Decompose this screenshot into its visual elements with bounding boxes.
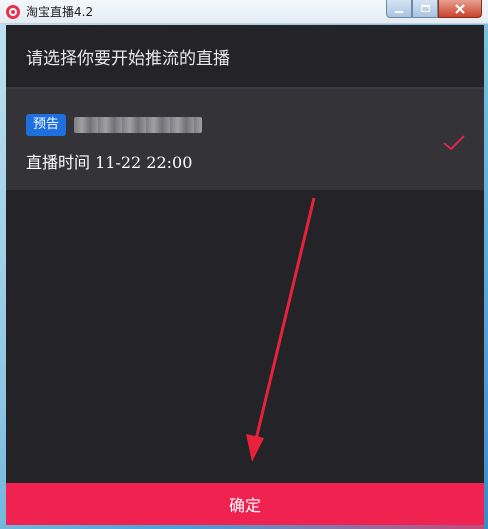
broadcast-list-item[interactable]: 预告 直播时间 11-22 22:00 [6,89,484,190]
confirm-button[interactable]: 确定 [6,483,484,525]
annotation-arrow [246,197,316,462]
empty-list-area [6,190,484,481]
window-title: 淘宝直播4.2 [26,5,94,19]
dialog-title: 请选择你要开始推流的直播 [26,48,230,69]
maximize-button[interactable] [412,0,438,18]
minimize-icon [395,10,403,13]
check-icon [443,135,465,151]
window-controls [386,0,482,20]
taobao-live-icon [6,4,20,19]
select-broadcast-dialog: 请选择你要开始推流的直播 预告 直播时间 11-22 22:00 确定 [6,25,484,525]
broadcast-time: 直播时间 11-22 22:00 [26,153,193,172]
maximize-icon [420,5,430,12]
window-titlebar: 淘宝直播4.2 [0,0,488,24]
close-button[interactable] [438,0,482,18]
desktop-edge [484,24,488,529]
close-icon [455,3,465,14]
minimize-button[interactable] [386,0,412,18]
dialog-header: 请选择你要开始推流的直播 [6,25,484,89]
broadcast-item-header: 预告 [26,114,203,136]
preview-badge: 预告 [26,114,67,136]
blurred-broadcast-title [74,117,203,133]
